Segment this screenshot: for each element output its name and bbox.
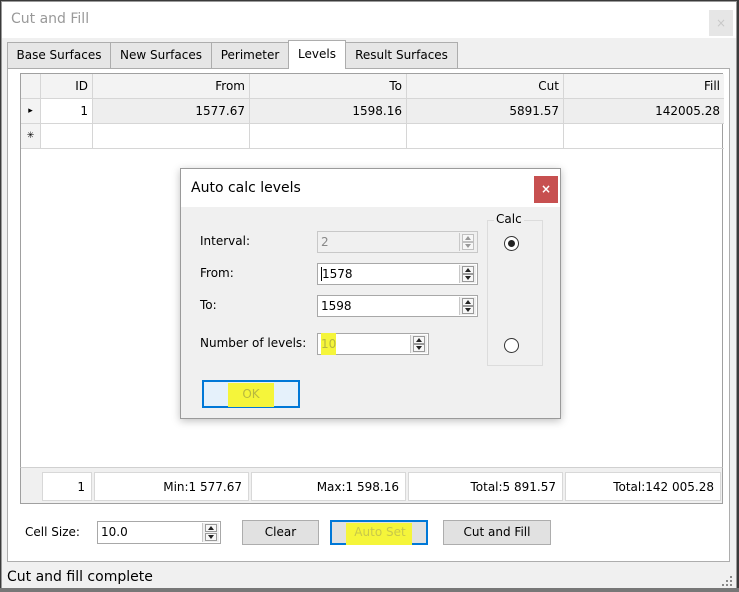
row-header-corner xyxy=(21,74,41,99)
dialog-titlebar: Auto calc levels × xyxy=(181,169,560,207)
cell-size-stepper[interactable]: 10.0 xyxy=(97,521,221,544)
auto-calc-levels-dialog: Auto calc levels × Interval: 2 From: 157… xyxy=(180,168,561,419)
new-cell-to[interactable] xyxy=(250,124,407,149)
tab-levels[interactable]: Levels xyxy=(288,40,346,69)
from-value: 1578 xyxy=(321,267,353,281)
spin-up-icon[interactable] xyxy=(462,298,474,306)
column-header-id[interactable]: ID xyxy=(41,74,93,99)
summary-count: 1 xyxy=(42,472,92,501)
spin-up-icon[interactable] xyxy=(462,234,474,242)
calc-group-label: Calc xyxy=(494,212,524,226)
cell-size-spin-buttons xyxy=(202,523,219,542)
spin-down-icon[interactable] xyxy=(205,533,217,541)
tab-result-surfaces[interactable]: Result Surfaces xyxy=(345,42,458,68)
status-bar: Cut and fill complete xyxy=(2,566,736,590)
new-cell-cut[interactable] xyxy=(407,124,564,149)
number-of-levels-label: Number of levels: xyxy=(200,336,307,350)
spin-up-icon[interactable] xyxy=(205,524,217,532)
cell-size-label: Cell Size: xyxy=(25,525,80,539)
cell-id[interactable]: 1 xyxy=(41,99,93,124)
from-spin-buttons xyxy=(459,265,476,283)
ok-label: OK xyxy=(228,383,274,407)
current-row-indicator-icon: ▸ xyxy=(21,99,41,124)
calc-interval-radio[interactable] xyxy=(504,236,519,251)
status-text: Cut and fill complete xyxy=(7,569,153,585)
cell-from[interactable]: 1577.67 xyxy=(93,99,250,124)
levels-spin-buttons xyxy=(410,335,427,353)
window-title: Cut and Fill xyxy=(11,11,90,27)
tab-base-surfaces[interactable]: Base Surfaces xyxy=(7,42,111,68)
close-icon: × xyxy=(715,16,727,30)
to-value: 1598 xyxy=(321,299,352,313)
cell-cut[interactable]: 5891.57 xyxy=(407,99,564,124)
summary-min-from: Min:1 577.67 xyxy=(94,472,249,501)
spin-up-icon[interactable] xyxy=(413,336,425,344)
to-spin-buttons xyxy=(459,297,476,315)
ok-button[interactable]: OK xyxy=(202,380,300,408)
tab-new-surfaces[interactable]: New Surfaces xyxy=(110,42,212,68)
new-row-icon: ✳ xyxy=(21,124,41,149)
cell-fill[interactable]: 142005.28 xyxy=(564,99,724,124)
from-stepper[interactable]: 1578 xyxy=(317,263,478,285)
clear-button[interactable]: Clear xyxy=(242,520,319,545)
background-app-strip xyxy=(0,588,739,592)
column-header-fill[interactable]: Fill xyxy=(564,74,724,99)
spin-down-icon[interactable] xyxy=(462,306,474,314)
window-close-button[interactable]: × xyxy=(709,10,733,36)
to-stepper[interactable]: 1598 xyxy=(317,295,478,317)
from-label: From: xyxy=(200,266,234,280)
interval-label: Interval: xyxy=(200,234,250,248)
number-of-levels-value: 10 xyxy=(321,333,337,355)
auto-set-button[interactable]: Auto Set xyxy=(330,520,428,545)
grid-header-row: ID From To Cut Fill xyxy=(21,74,724,99)
interval-spin-buttons xyxy=(459,233,476,251)
column-header-from[interactable]: From xyxy=(93,74,250,99)
new-cell-fill[interactable] xyxy=(564,124,724,149)
spin-up-icon[interactable] xyxy=(462,266,474,274)
close-icon: × xyxy=(540,182,552,196)
to-label: To: xyxy=(200,298,217,312)
auto-set-label: Auto Set xyxy=(346,523,412,545)
table-row[interactable]: ▸ 1 1577.67 1598.16 5891.57 142005.28 xyxy=(21,99,724,124)
tab-perimeter[interactable]: Perimeter xyxy=(211,42,289,68)
dialog-title: Auto calc levels xyxy=(191,180,301,196)
spin-down-icon[interactable] xyxy=(462,274,474,282)
column-header-cut[interactable]: Cut xyxy=(407,74,564,99)
spin-down-icon[interactable] xyxy=(462,242,474,250)
grid-summary-row: 1 Min:1 577.67 Max:1 598.16 Total:5 891.… xyxy=(20,467,723,504)
summary-total-cut: Total:5 891.57 xyxy=(408,472,563,501)
cell-size-value: 10.0 xyxy=(101,525,128,539)
new-cell-id[interactable] xyxy=(41,124,93,149)
spin-down-icon[interactable] xyxy=(413,344,425,352)
column-header-to[interactable]: To xyxy=(250,74,407,99)
number-of-levels-stepper[interactable]: 10 xyxy=(317,333,429,355)
bottom-controls: Cell Size: 10.0 Clear Auto Set Cut and F… xyxy=(8,509,729,559)
summary-max-to: Max:1 598.16 xyxy=(251,472,406,501)
window-titlebar: Cut and Fill × xyxy=(2,2,736,38)
cell-to[interactable]: 1598.16 xyxy=(250,99,407,124)
cut-and-fill-button[interactable]: Cut and Fill xyxy=(443,520,551,545)
new-row[interactable]: ✳ xyxy=(21,124,724,149)
calc-levels-radio[interactable] xyxy=(504,338,519,353)
resize-grip-icon[interactable] xyxy=(722,576,734,588)
new-cell-from[interactable] xyxy=(93,124,250,149)
summary-total-fill: Total:142 005.28 xyxy=(565,472,721,501)
dialog-close-button[interactable]: × xyxy=(534,176,558,203)
interval-value: 2 xyxy=(321,235,329,249)
interval-stepper[interactable]: 2 xyxy=(317,231,478,253)
calc-groupbox: Calc xyxy=(487,212,543,366)
